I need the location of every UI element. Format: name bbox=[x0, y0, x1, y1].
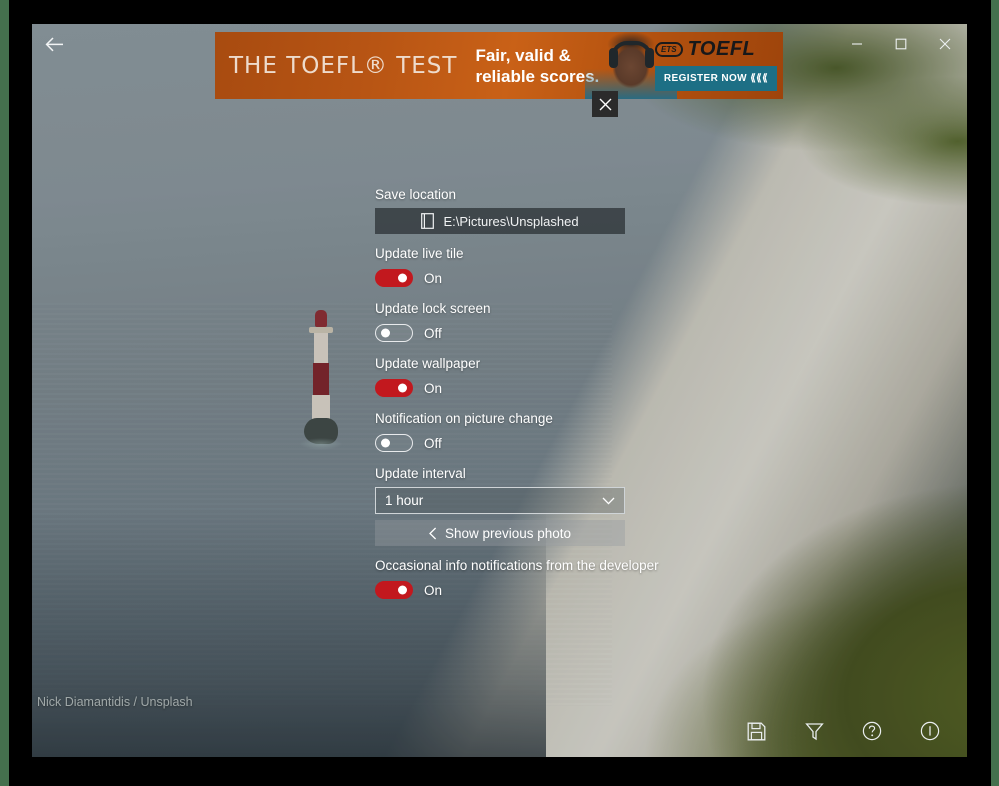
notification-picture-change-toggle[interactable] bbox=[375, 434, 413, 452]
ad-subcopy: Fair, valid & reliable scores. bbox=[457, 45, 599, 87]
update-interval-label: Update interval bbox=[375, 466, 627, 481]
close-button[interactable] bbox=[923, 28, 967, 60]
update-interval-value: 1 hour bbox=[385, 493, 602, 508]
help-icon[interactable] bbox=[857, 716, 887, 746]
update-lock-screen-row: Off bbox=[375, 322, 627, 344]
save-location-value: E:\Pictures\Unsplashed bbox=[443, 214, 578, 229]
toggle-knob bbox=[398, 274, 407, 283]
register-now-button[interactable]: REGISTER NOW ⟪⟪⟪ bbox=[655, 66, 777, 91]
notification-picture-change-state: Off bbox=[424, 436, 442, 451]
update-wallpaper-setting: Update wallpaper On bbox=[375, 356, 627, 399]
app-window: THE TOEFL® TEST Fair, valid & reliable s… bbox=[32, 24, 967, 757]
update-lock-screen-toggle[interactable] bbox=[375, 324, 413, 342]
command-bar bbox=[32, 705, 967, 757]
update-lock-screen-label: Update lock screen bbox=[375, 301, 627, 316]
notification-picture-change-label: Notification on picture change bbox=[375, 411, 627, 426]
ad-logo: ETS TOEFL bbox=[655, 36, 777, 61]
developer-notifications-toggle[interactable] bbox=[375, 581, 413, 599]
settings-panel: Save location E:\Pictures\Unsplashed Upd… bbox=[375, 187, 627, 613]
headphone-left-cup bbox=[609, 48, 618, 68]
ad-subcopy-line-1: Fair, valid & bbox=[457, 45, 599, 66]
update-lock-screen-setting: Update lock screen Off bbox=[375, 301, 627, 344]
maximize-button[interactable] bbox=[879, 28, 923, 60]
chevron-left-icon bbox=[429, 527, 437, 540]
developer-notifications-label: Occasional info notifications from the d… bbox=[375, 558, 627, 573]
notification-picture-change-setting: Notification on picture change Off bbox=[375, 411, 627, 454]
ad-subcopy-line-2: reliable scores. bbox=[457, 66, 599, 87]
toggle-knob bbox=[398, 586, 407, 595]
minimize-button[interactable] bbox=[835, 28, 879, 60]
show-previous-photo-button[interactable]: Show previous photo bbox=[375, 520, 625, 546]
update-wallpaper-label: Update wallpaper bbox=[375, 356, 627, 371]
toefl-wordmark: TOEFL bbox=[688, 38, 756, 61]
ets-logo-mark: ETS bbox=[655, 42, 683, 57]
update-interval-dropdown[interactable]: 1 hour bbox=[375, 487, 625, 514]
update-lock-screen-state: Off bbox=[424, 326, 442, 341]
update-live-tile-setting: Update live tile On bbox=[375, 246, 627, 289]
toggle-knob bbox=[381, 439, 390, 448]
headphone-right-cup bbox=[645, 48, 654, 68]
advertisement-banner[interactable]: THE TOEFL® TEST Fair, valid & reliable s… bbox=[215, 32, 783, 99]
developer-notifications-state: On bbox=[424, 583, 442, 598]
ad-brand-block: ETS TOEFL REGISTER NOW ⟪⟪⟪ bbox=[655, 36, 777, 96]
toggle-knob bbox=[398, 384, 407, 393]
save-location-button[interactable]: E:\Pictures\Unsplashed bbox=[375, 208, 625, 234]
ad-close-icon[interactable] bbox=[592, 91, 618, 117]
update-live-tile-state: On bbox=[424, 271, 442, 286]
screenshot-frame: THE TOEFL® TEST Fair, valid & reliable s… bbox=[0, 0, 999, 786]
ad-headline: THE TOEFL® TEST bbox=[215, 53, 457, 79]
frame-edge-left bbox=[0, 0, 9, 786]
frame-edge-right bbox=[991, 0, 999, 786]
update-live-tile-toggle[interactable] bbox=[375, 269, 413, 287]
info-icon[interactable] bbox=[915, 716, 945, 746]
back-button[interactable] bbox=[32, 24, 76, 64]
developer-notifications-setting: Occasional info notifications from the d… bbox=[375, 558, 627, 601]
update-live-tile-label: Update live tile bbox=[375, 246, 627, 261]
update-live-tile-row: On bbox=[375, 267, 627, 289]
toggle-knob bbox=[381, 329, 390, 338]
update-wallpaper-row: On bbox=[375, 377, 627, 399]
save-icon[interactable] bbox=[741, 716, 771, 746]
filter-icon[interactable] bbox=[799, 716, 829, 746]
save-location-label: Save location bbox=[375, 187, 627, 202]
update-wallpaper-state: On bbox=[424, 381, 442, 396]
save-location-setting: Save location E:\Pictures\Unsplashed bbox=[375, 187, 627, 234]
update-wallpaper-toggle[interactable] bbox=[375, 379, 413, 397]
update-interval-setting: Update interval 1 hour Show bbox=[375, 466, 627, 546]
chevron-down-icon bbox=[602, 497, 615, 505]
show-previous-photo-label: Show previous photo bbox=[445, 526, 571, 541]
notification-picture-change-row: Off bbox=[375, 432, 627, 454]
folder-icon bbox=[421, 213, 434, 229]
developer-notifications-row: On bbox=[375, 579, 627, 601]
